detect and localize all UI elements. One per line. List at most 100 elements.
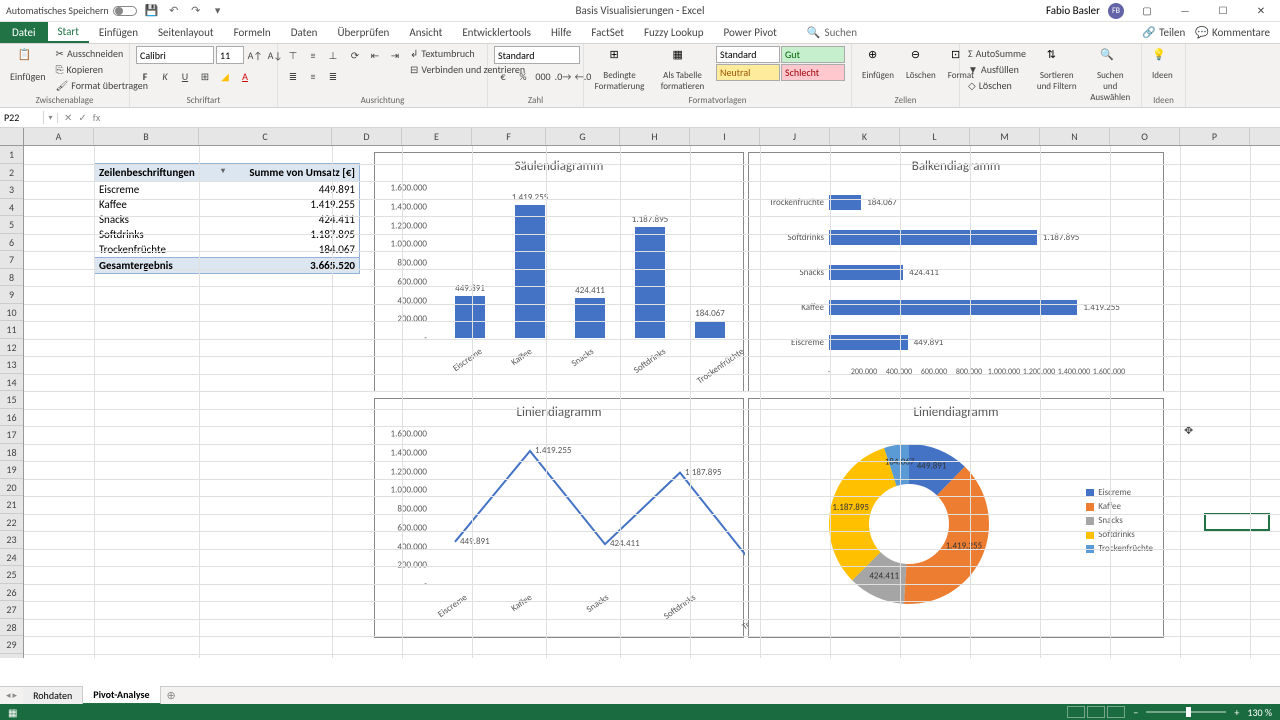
col-header[interactable]: C — [199, 128, 332, 145]
maximize-icon[interactable]: ☐ — [1208, 1, 1238, 21]
accept-formula-icon[interactable]: ✓ — [78, 111, 86, 124]
zoom-out-icon[interactable]: − — [1133, 706, 1138, 719]
row-header[interactable]: 8 — [0, 269, 23, 287]
row-header[interactable]: 21 — [0, 496, 23, 514]
col-header[interactable]: H — [620, 128, 690, 145]
row-header[interactable]: 10 — [0, 304, 23, 322]
row-header[interactable]: 5 — [0, 216, 23, 234]
col-header[interactable]: L — [900, 128, 970, 145]
minimize-icon[interactable]: — — [1170, 1, 1200, 21]
qat-dropdown-icon[interactable]: ▾ — [211, 4, 225, 18]
col-header[interactable]: M — [970, 128, 1040, 145]
col-header[interactable]: P — [1180, 128, 1250, 145]
align-left-icon[interactable]: ≣ — [284, 67, 302, 85]
percent-icon[interactable]: % — [514, 67, 532, 85]
style-standard[interactable]: Standard — [716, 46, 780, 63]
col-header[interactable]: D — [332, 128, 402, 145]
name-box-dropdown-icon[interactable]: ▾ — [44, 113, 58, 123]
row-header[interactable]: 11 — [0, 321, 23, 339]
col-header[interactable]: F — [472, 128, 546, 145]
row-header[interactable]: 14 — [0, 374, 23, 392]
close-icon[interactable]: ✕ — [1246, 1, 1276, 21]
share-button[interactable]: 🔗 Teilen — [1142, 26, 1185, 39]
col-header[interactable]: I — [690, 128, 760, 145]
col-header[interactable]: B — [94, 128, 199, 145]
row-header[interactable]: 22 — [0, 514, 23, 532]
font-name-select[interactable]: Calibri — [136, 46, 214, 64]
line-chart[interactable]: Liniendiagramm -200.000400.000600.000800… — [374, 398, 744, 638]
zoom-in-icon[interactable]: + — [1234, 706, 1239, 719]
ideas-button[interactable]: 💡Ideen — [1148, 46, 1177, 83]
user-avatar[interactable]: FB — [1108, 3, 1124, 19]
name-box[interactable]: P22 — [0, 111, 44, 124]
increase-indent-icon[interactable]: ⇥ — [386, 46, 404, 64]
increase-decimal-icon[interactable]: .0→ — [554, 67, 572, 85]
user-name[interactable]: Fabio Basler — [1046, 4, 1100, 17]
fill-button[interactable]: ▼ Ausfüllen — [966, 62, 1028, 77]
tab-data[interactable]: Daten — [281, 22, 328, 43]
sheet-nav-next-icon[interactable]: ▸ — [13, 690, 18, 701]
style-good[interactable]: Gut — [781, 46, 845, 63]
align-center-icon[interactable]: ≡ — [304, 67, 322, 85]
page-break-view-icon[interactable] — [1107, 706, 1125, 718]
style-bad[interactable]: Schlecht — [781, 64, 845, 81]
row-header[interactable]: 23 — [0, 531, 23, 549]
tab-view[interactable]: Ansicht — [399, 22, 452, 43]
bold-icon[interactable]: F — [136, 67, 154, 85]
font-size-select[interactable]: 11 — [216, 46, 244, 64]
pivot-header-rows[interactable]: Zeilenbeschriftungen▾ — [95, 164, 229, 181]
insert-cells-button[interactable]: ⊕Einfügen — [858, 46, 898, 83]
normal-view-icon[interactable] — [1067, 706, 1085, 718]
row-header[interactable]: 17 — [0, 426, 23, 444]
save-icon[interactable]: 💾 — [145, 4, 159, 18]
border-icon[interactable]: ⊞ — [196, 67, 214, 85]
sheet-nav-prev-icon[interactable]: ◂ — [6, 690, 11, 701]
orientation-icon[interactable]: ⟳ — [346, 46, 364, 64]
row-header[interactable]: 12 — [0, 339, 23, 357]
pivot-data-row[interactable]: Eiscreme449.891 — [94, 182, 360, 197]
fill-color-icon[interactable]: ◢ — [216, 67, 234, 85]
tab-help[interactable]: Hilfe — [541, 22, 581, 43]
zoom-slider[interactable] — [1146, 711, 1226, 713]
paste-button[interactable]: 📋 Einfügen — [6, 46, 50, 85]
pivot-data-row[interactable]: Snacks424.411 — [94, 212, 360, 227]
col-header[interactable]: E — [402, 128, 472, 145]
row-header[interactable]: 6 — [0, 234, 23, 252]
col-header[interactable]: A — [24, 128, 94, 145]
align-top-icon[interactable]: ⊤ — [284, 46, 302, 64]
row-header[interactable]: 16 — [0, 409, 23, 427]
increase-font-icon[interactable]: A↑ — [246, 46, 264, 64]
row-header[interactable]: 19 — [0, 461, 23, 479]
sheet-tab-pivot[interactable]: Pivot-Analyse — [83, 686, 160, 705]
align-bottom-icon[interactable]: ⊥ — [324, 46, 342, 64]
spreadsheet-grid[interactable]: ABCDEFGHIJKLMNOP 12345678910111213141516… — [0, 128, 1280, 658]
page-layout-view-icon[interactable] — [1087, 706, 1105, 718]
pivot-data-row[interactable]: Trockenfrüchte184.067 — [94, 242, 360, 257]
ribbon-options-icon[interactable]: ▢ — [1132, 1, 1162, 21]
row-header[interactable]: 18 — [0, 444, 23, 462]
row-header[interactable]: 15 — [0, 391, 23, 409]
fx-icon[interactable]: fx — [93, 111, 100, 124]
row-header[interactable]: 25 — [0, 566, 23, 584]
conditional-format-button[interactable]: ⊞ Bedingte Formatierung — [590, 46, 649, 94]
cancel-formula-icon[interactable]: ✕ — [64, 111, 72, 124]
row-header[interactable]: 7 — [0, 251, 23, 269]
autosum-button[interactable]: Σ AutoSumme — [966, 46, 1028, 61]
col-header[interactable]: O — [1110, 128, 1180, 145]
currency-icon[interactable]: € — [494, 67, 512, 85]
tab-file[interactable]: Datei — [0, 22, 48, 43]
align-middle-icon[interactable]: ≡ — [304, 46, 322, 64]
search-box[interactable]: 🔍 Suchen — [807, 26, 857, 39]
tab-fuzzy[interactable]: Fuzzy Lookup — [634, 22, 714, 43]
tab-powerpivot[interactable]: Power Pivot — [713, 22, 786, 43]
pivot-data-row[interactable]: Softdrinks1.187.895 — [94, 227, 360, 242]
tab-page-layout[interactable]: Seitenlayout — [148, 22, 224, 43]
tab-developer[interactable]: Entwicklertools — [452, 22, 541, 43]
autosave-toggle[interactable]: Automatisches Speichern — [6, 4, 137, 17]
zoom-level[interactable]: 130 % — [1247, 706, 1272, 719]
tab-insert[interactable]: Einfügen — [89, 22, 148, 43]
row-header[interactable]: 28 — [0, 619, 23, 637]
col-header[interactable]: K — [830, 128, 900, 145]
find-select-button[interactable]: 🔍Suchen und Auswählen — [1085, 46, 1135, 105]
row-header[interactable]: 27 — [0, 601, 23, 619]
